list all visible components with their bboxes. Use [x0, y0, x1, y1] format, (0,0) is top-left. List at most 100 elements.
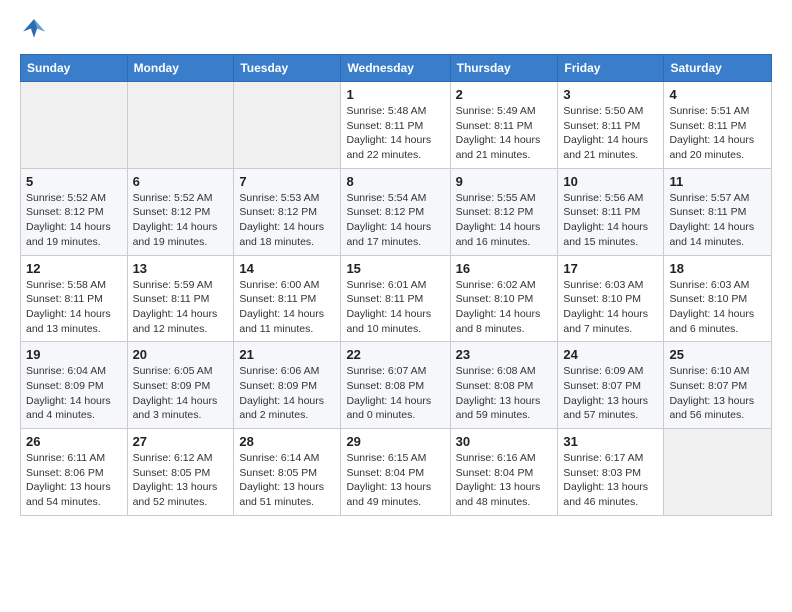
day-info: Sunrise: 6:07 AM Sunset: 8:08 PM Dayligh… — [346, 364, 444, 423]
calendar-cell: 9 Sunrise: 5:55 AM Sunset: 8:12 PM Daylig… — [450, 168, 558, 255]
day-info: Sunrise: 6:00 AM Sunset: 8:11 PM Dayligh… — [239, 278, 335, 337]
calendar-cell: 21Sunrise: 6:06 AM Sunset: 8:09 PM Dayli… — [234, 342, 341, 429]
day-number: 20 — [133, 347, 229, 362]
calendar-week-row: 26 Sunrise: 6:11 AM Sunset: 8:06 PM Dayli… — [21, 429, 772, 516]
header-saturday: Saturday — [664, 55, 772, 82]
day-number: 2 — [456, 87, 553, 102]
day-info: Sunrise: 5:57 AM Sunset: 8:11 PM Dayligh… — [669, 191, 766, 250]
calendar-cell: 13Sunrise: 5:59 AM Sunset: 8:11 PM Dayli… — [127, 255, 234, 342]
day-info: Sunrise: 5:56 AM Sunset: 8:11 PM Dayligh… — [563, 191, 658, 250]
calendar-week-row: 5Sunrise: 5:52 AM Sunset: 8:12 PM Daylig… — [21, 168, 772, 255]
calendar-cell: 22 Sunrise: 6:07 AM Sunset: 8:08 PM Dayli… — [341, 342, 450, 429]
day-info: Sunrise: 6:02 AM Sunset: 8:10 PM Dayligh… — [456, 278, 553, 337]
day-number: 19 — [26, 347, 122, 362]
header-thursday: Thursday — [450, 55, 558, 82]
day-info: Sunrise: 5:53 AM Sunset: 8:12 PM Dayligh… — [239, 191, 335, 250]
calendar-cell: 12 Sunrise: 5:58 AM Sunset: 8:11 PM Dayli… — [21, 255, 128, 342]
calendar-cell: 7 Sunrise: 5:53 AM Sunset: 8:12 PM Daylig… — [234, 168, 341, 255]
calendar-cell: 25 Sunrise: 6:10 AM Sunset: 8:07 PM Dayli… — [664, 342, 772, 429]
header-sunday: Sunday — [21, 55, 128, 82]
logo — [20, 16, 52, 44]
day-info: Sunrise: 5:50 AM Sunset: 8:11 PM Dayligh… — [563, 104, 658, 163]
calendar-table: SundayMondayTuesdayWednesdayThursdayFrid… — [20, 54, 772, 516]
calendar-cell: 20 Sunrise: 6:05 AM Sunset: 8:09 PM Dayli… — [127, 342, 234, 429]
day-info: Sunrise: 5:54 AM Sunset: 8:12 PM Dayligh… — [346, 191, 444, 250]
day-info: Sunrise: 6:04 AM Sunset: 8:09 PM Dayligh… — [26, 364, 122, 423]
calendar-cell: 31Sunrise: 6:17 AM Sunset: 8:03 PM Dayli… — [558, 429, 664, 516]
day-number: 24 — [563, 347, 658, 362]
calendar-cell — [21, 82, 128, 169]
day-number: 17 — [563, 261, 658, 276]
day-info: Sunrise: 6:03 AM Sunset: 8:10 PM Dayligh… — [669, 278, 766, 337]
calendar-cell: 23 Sunrise: 6:08 AM Sunset: 8:08 PM Dayli… — [450, 342, 558, 429]
calendar-cell — [127, 82, 234, 169]
day-info: Sunrise: 5:49 AM Sunset: 8:11 PM Dayligh… — [456, 104, 553, 163]
calendar-header-row: SundayMondayTuesdayWednesdayThursdayFrid… — [21, 55, 772, 82]
calendar-cell: 27 Sunrise: 6:12 AM Sunset: 8:05 PM Dayli… — [127, 429, 234, 516]
day-number: 23 — [456, 347, 553, 362]
calendar-cell: 29 Sunrise: 6:15 AM Sunset: 8:04 PM Dayli… — [341, 429, 450, 516]
calendar-cell: 17 Sunrise: 6:03 AM Sunset: 8:10 PM Dayli… — [558, 255, 664, 342]
day-number: 15 — [346, 261, 444, 276]
calendar-cell: 8 Sunrise: 5:54 AM Sunset: 8:12 PM Daylig… — [341, 168, 450, 255]
day-number: 9 — [456, 174, 553, 189]
day-number: 14 — [239, 261, 335, 276]
day-number: 22 — [346, 347, 444, 362]
day-number: 7 — [239, 174, 335, 189]
day-info: Sunrise: 6:08 AM Sunset: 8:08 PM Dayligh… — [456, 364, 553, 423]
calendar-cell: 16 Sunrise: 6:02 AM Sunset: 8:10 PM Dayli… — [450, 255, 558, 342]
calendar-cell: 11Sunrise: 5:57 AM Sunset: 8:11 PM Dayli… — [664, 168, 772, 255]
calendar-cell: 10 Sunrise: 5:56 AM Sunset: 8:11 PM Dayli… — [558, 168, 664, 255]
day-number: 12 — [26, 261, 122, 276]
calendar-cell: 18Sunrise: 6:03 AM Sunset: 8:10 PM Dayli… — [664, 255, 772, 342]
calendar-cell: 1 Sunrise: 5:48 AM Sunset: 8:11 PM Daylig… — [341, 82, 450, 169]
day-number: 25 — [669, 347, 766, 362]
day-info: Sunrise: 6:16 AM Sunset: 8:04 PM Dayligh… — [456, 451, 553, 510]
calendar-week-row: 1 Sunrise: 5:48 AM Sunset: 8:11 PM Daylig… — [21, 82, 772, 169]
day-number: 29 — [346, 434, 444, 449]
day-info: Sunrise: 5:52 AM Sunset: 8:12 PM Dayligh… — [26, 191, 122, 250]
day-number: 10 — [563, 174, 658, 189]
calendar-cell: 28Sunrise: 6:14 AM Sunset: 8:05 PM Dayli… — [234, 429, 341, 516]
header-friday: Friday — [558, 55, 664, 82]
calendar-week-row: 12 Sunrise: 5:58 AM Sunset: 8:11 PM Dayli… — [21, 255, 772, 342]
day-info: Sunrise: 6:05 AM Sunset: 8:09 PM Dayligh… — [133, 364, 229, 423]
day-info: Sunrise: 6:15 AM Sunset: 8:04 PM Dayligh… — [346, 451, 444, 510]
calendar-cell: 5Sunrise: 5:52 AM Sunset: 8:12 PM Daylig… — [21, 168, 128, 255]
calendar-cell: 2 Sunrise: 5:49 AM Sunset: 8:11 PM Daylig… — [450, 82, 558, 169]
day-info: Sunrise: 6:03 AM Sunset: 8:10 PM Dayligh… — [563, 278, 658, 337]
calendar-week-row: 19 Sunrise: 6:04 AM Sunset: 8:09 PM Dayli… — [21, 342, 772, 429]
day-info: Sunrise: 6:11 AM Sunset: 8:06 PM Dayligh… — [26, 451, 122, 510]
day-number: 30 — [456, 434, 553, 449]
day-info: Sunrise: 5:52 AM Sunset: 8:12 PM Dayligh… — [133, 191, 229, 250]
day-info: Sunrise: 6:06 AM Sunset: 8:09 PM Dayligh… — [239, 364, 335, 423]
page-header — [20, 16, 772, 44]
calendar-cell — [664, 429, 772, 516]
day-info: Sunrise: 6:10 AM Sunset: 8:07 PM Dayligh… — [669, 364, 766, 423]
calendar-cell: 26 Sunrise: 6:11 AM Sunset: 8:06 PM Dayli… — [21, 429, 128, 516]
day-info: Sunrise: 5:48 AM Sunset: 8:11 PM Dayligh… — [346, 104, 444, 163]
day-number: 26 — [26, 434, 122, 449]
header-tuesday: Tuesday — [234, 55, 341, 82]
day-info: Sunrise: 5:55 AM Sunset: 8:12 PM Dayligh… — [456, 191, 553, 250]
header-monday: Monday — [127, 55, 234, 82]
day-number: 27 — [133, 434, 229, 449]
calendar-cell: 3 Sunrise: 5:50 AM Sunset: 8:11 PM Daylig… — [558, 82, 664, 169]
calendar-cell: 30 Sunrise: 6:16 AM Sunset: 8:04 PM Dayli… — [450, 429, 558, 516]
day-info: Sunrise: 5:58 AM Sunset: 8:11 PM Dayligh… — [26, 278, 122, 337]
day-info: Sunrise: 6:09 AM Sunset: 8:07 PM Dayligh… — [563, 364, 658, 423]
day-number: 28 — [239, 434, 335, 449]
day-info: Sunrise: 6:01 AM Sunset: 8:11 PM Dayligh… — [346, 278, 444, 337]
calendar-cell: 24 Sunrise: 6:09 AM Sunset: 8:07 PM Dayli… — [558, 342, 664, 429]
calendar-cell — [234, 82, 341, 169]
calendar-cell: 15 Sunrise: 6:01 AM Sunset: 8:11 PM Dayli… — [341, 255, 450, 342]
day-number: 3 — [563, 87, 658, 102]
calendar-cell: 6Sunrise: 5:52 AM Sunset: 8:12 PM Daylig… — [127, 168, 234, 255]
day-number: 8 — [346, 174, 444, 189]
day-number: 16 — [456, 261, 553, 276]
day-info: Sunrise: 5:59 AM Sunset: 8:11 PM Dayligh… — [133, 278, 229, 337]
day-number: 1 — [346, 87, 444, 102]
logo-bird-icon — [20, 16, 48, 44]
calendar-cell: 19 Sunrise: 6:04 AM Sunset: 8:09 PM Dayli… — [21, 342, 128, 429]
day-info: Sunrise: 6:12 AM Sunset: 8:05 PM Dayligh… — [133, 451, 229, 510]
